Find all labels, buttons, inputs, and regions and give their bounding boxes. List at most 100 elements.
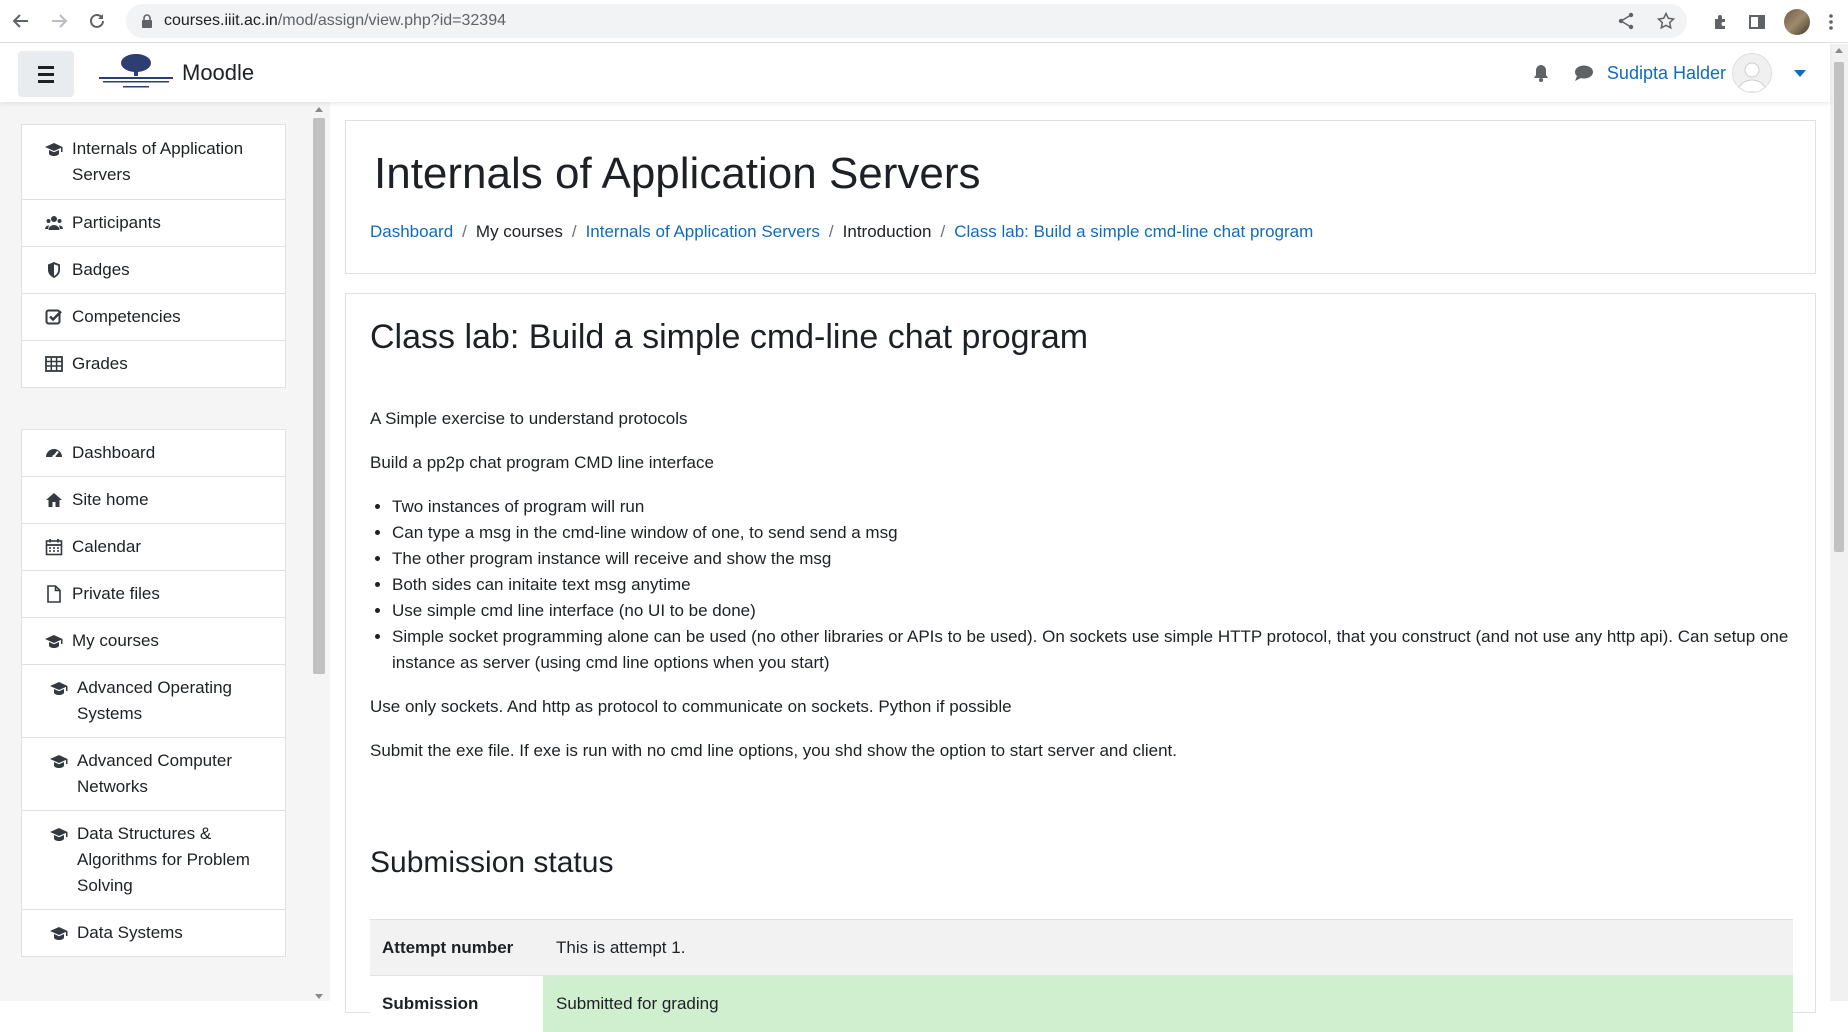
submission-status-table: Attempt number This is attempt 1. Submissi… — [370, 919, 1793, 1032]
drawer-item-private-files[interactable]: Private files — [22, 571, 285, 618]
messages-icon[interactable] — [1573, 63, 1595, 83]
drawer-item-internals-of-application-servers[interactable]: Internals of Application Servers — [22, 125, 285, 200]
page-title: Internals of Application Servers — [374, 149, 981, 198]
drawer-scrollbar[interactable] — [312, 102, 326, 1001]
page-scrollbar[interactable] — [1830, 44, 1848, 1001]
more-vert-icon[interactable] — [1828, 13, 1834, 31]
drawer-item-advanced-computer-networks[interactable]: Advanced Computer Networks — [22, 738, 285, 811]
status-value: This is attempt 1. — [543, 919, 1793, 976]
table-icon — [45, 356, 63, 372]
star-icon[interactable] — [1657, 12, 1675, 30]
breadcrumb-separator: / — [462, 222, 467, 241]
drawer-item-label: Data Systems — [77, 923, 183, 942]
back-arrow-icon[interactable] — [4, 4, 38, 38]
intro-paragraph: A Simple exercise to understand protocol… — [370, 409, 688, 428]
requirement-item: Two instances of program will run — [392, 494, 1790, 520]
activity-title: Class lab: Build a simple cmd-line chat … — [370, 318, 1089, 356]
site-navbar: Moodle Sudipta Halder — [0, 44, 1830, 102]
drawer-item-site-home[interactable]: Site home — [22, 477, 285, 524]
graduation-cap-icon — [50, 828, 68, 841]
drawer-toggle-button[interactable] — [18, 51, 74, 97]
breadcrumb-separator: / — [940, 222, 946, 241]
graduation-cap-icon — [45, 635, 63, 648]
users-icon — [45, 216, 63, 230]
drawer-item-dashboard[interactable]: Dashboard — [22, 430, 285, 477]
lock-icon — [142, 14, 152, 28]
extensions-icon[interactable] — [1712, 13, 1730, 31]
address-bar[interactable]: courses.iiit.ac.in/mod/assign/view.php?i… — [126, 4, 1687, 38]
browser-profile-avatar[interactable] — [1784, 8, 1810, 35]
bell-icon[interactable] — [1531, 63, 1551, 83]
course-nav-group: Internals of Application Servers Particip… — [21, 124, 286, 388]
drawer-item-data-systems[interactable]: Data Systems — [22, 910, 285, 956]
drawer-item-advanced-operating-systems[interactable]: Advanced Operating Systems — [22, 665, 285, 738]
forward-arrow-icon[interactable] — [42, 4, 76, 38]
breadcrumb-item[interactable]: Dashboard — [370, 222, 453, 242]
browser-toolbar: courses.iiit.ac.in/mod/assign/view.php?i… — [0, 0, 1848, 43]
drawer-item-grades[interactable]: Grades — [22, 341, 285, 387]
site-name[interactable]: Moodle — [182, 60, 254, 86]
drawer-item-label: My courses — [72, 631, 159, 650]
drawer-item-badges[interactable]: Badges — [22, 247, 285, 294]
intro-paragraph: Submit the exe file. If exe is run with … — [370, 741, 1177, 760]
activity-content: Class lab: Build a simple cmd-line chat … — [345, 293, 1816, 1032]
address-url: courses.iiit.ac.in/mod/assign/view.php?i… — [164, 12, 506, 29]
status-label: Attempt number — [370, 919, 543, 976]
reload-icon[interactable] — [80, 4, 114, 38]
intro-paragraph: Build a pp2p chat program CMD line inter… — [370, 453, 714, 472]
breadcrumb-item[interactable]: Class lab: Build a simple cmd-line chat … — [954, 222, 1313, 242]
nav-drawer: Internals of Application Servers Particip… — [0, 102, 330, 1001]
user-menu-caret-icon[interactable] — [1794, 69, 1806, 77]
graduation-cap-icon — [50, 927, 68, 940]
requirement-item: Can type a msg in the cmd-line window of… — [392, 520, 1790, 546]
drawer-item-label: Competencies — [72, 307, 181, 326]
activity-description: A Simple exercise to understand protocol… — [370, 406, 1790, 782]
tachometer-icon — [46, 449, 62, 459]
drawer-item-data-structures-algorithms-for-problem-solving[interactable]: Data Structures & Algorithms for Problem… — [22, 811, 285, 910]
drawer-item-competencies[interactable]: Competencies — [22, 294, 285, 341]
user-avatar[interactable] — [1732, 53, 1772, 93]
share-icon[interactable] — [1617, 12, 1635, 30]
page-header: Internals of Application Servers Dashboa… — [345, 120, 1816, 274]
drawer-item-label: Grades — [72, 354, 128, 373]
side-panel-icon[interactable] — [1748, 13, 1766, 31]
calendar-icon — [45, 539, 63, 556]
drawer-item-label: Internals of Application Servers — [72, 139, 244, 184]
intro-paragraph: Use only sockets. And http as protocol t… — [370, 697, 1012, 716]
drawer-item-label: Dashboard — [72, 443, 156, 462]
breadcrumb-item[interactable]: Internals of Application Servers — [586, 222, 820, 242]
graduation-cap-icon — [50, 755, 68, 768]
breadcrumb-item: Introduction — [842, 222, 932, 241]
requirement-item: The other program instance will receive … — [392, 546, 1790, 572]
status-value: Submitted for grading — [543, 975, 1793, 1032]
breadcrumb-item: My courses — [475, 222, 563, 241]
requirement-item: Both sides can initaite text msg anytime — [392, 572, 1790, 598]
home-icon — [46, 493, 62, 507]
drawer-item-label: Calendar — [72, 537, 141, 556]
graduation-cap-icon — [45, 143, 63, 156]
shield-icon — [48, 262, 60, 278]
file-icon — [47, 585, 61, 603]
drawer-item-label: Badges — [72, 260, 130, 279]
breadcrumb-separator: / — [571, 222, 577, 241]
check-square-icon — [45, 309, 62, 325]
drawer-item-label: Advanced Computer Networks — [77, 751, 232, 796]
drawer-item-label: Advanced Operating Systems — [77, 678, 232, 723]
status-label: Submission — [370, 975, 543, 1032]
drawer-item-label: Data Structures & Algorithms for Problem… — [77, 824, 250, 895]
site-nav-group: Dashboard Site home Calendar Private files M… — [21, 429, 286, 957]
drawer-item-participants[interactable]: Participants — [22, 200, 285, 247]
breadcrumb: Dashboard / My courses / Internals of Applic… — [370, 222, 1313, 242]
drawer-item-calendar[interactable]: Calendar — [22, 524, 285, 571]
iiit-logo[interactable] — [97, 52, 175, 92]
graduation-cap-icon — [50, 682, 68, 695]
drawer-item-my-courses[interactable]: My courses — [22, 618, 285, 665]
user-name[interactable]: Sudipta Halder — [1607, 63, 1726, 84]
requirements-list: Two instances of program will runCan typ… — [392, 494, 1790, 676]
requirement-item: Use simple cmd line interface (no UI to … — [392, 598, 1790, 624]
breadcrumb-separator: / — [828, 222, 834, 241]
status-row: Attempt number This is attempt 1. — [370, 919, 1793, 976]
drawer-item-label: Site home — [72, 490, 149, 509]
drawer-item-label: Participants — [72, 213, 161, 232]
status-row: Submission Submitted for grading — [370, 975, 1793, 1032]
